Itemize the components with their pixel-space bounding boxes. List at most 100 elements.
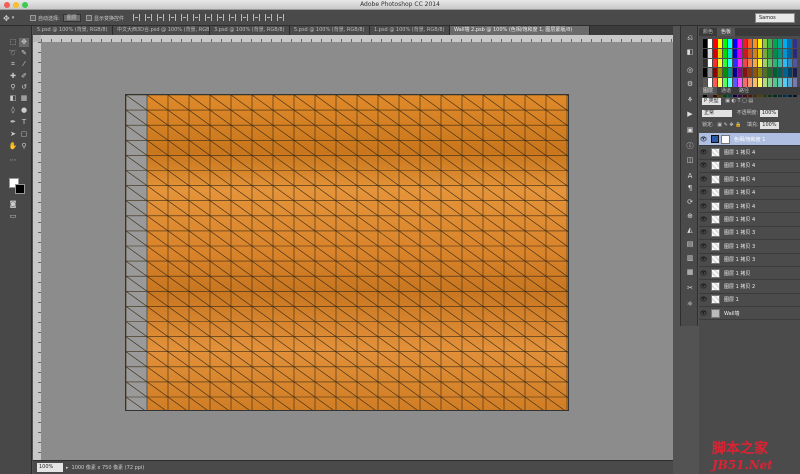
tab-paths[interactable]: 路径: [735, 87, 754, 95]
color-swatch[interactable]: [738, 78, 742, 88]
color-swatch[interactable]: [788, 78, 792, 88]
color-swatch[interactable]: [708, 58, 712, 68]
marquee-tool-icon[interactable]: ⬚: [8, 38, 18, 47]
move-tool-icon[interactable]: ✥: [19, 38, 29, 47]
color-swatch[interactable]: [753, 48, 757, 58]
color-swatch[interactable]: [778, 39, 782, 48]
color-swatch[interactable]: [793, 48, 797, 58]
color-swatch[interactable]: [713, 68, 717, 78]
align-vcenter-icon[interactable]: [145, 14, 152, 21]
visibility-eye-icon[interactable]: 👁: [699, 173, 708, 185]
color-swatch[interactable]: [763, 39, 767, 48]
distribute-top-icon[interactable]: [205, 14, 212, 21]
color-swatch[interactable]: [738, 58, 742, 68]
color-swatch[interactable]: [783, 48, 787, 58]
measurement-panel-icon[interactable]: ✂: [685, 284, 695, 293]
auto-align-icon[interactable]: [277, 14, 284, 21]
color-swatch[interactable]: [718, 48, 722, 58]
background-color-swatch[interactable]: [15, 184, 25, 194]
character-panel-icon[interactable]: A: [685, 172, 695, 181]
color-swatch[interactable]: [773, 48, 777, 58]
tab-doc-4[interactable]: 5.psd @ 100% (背景, RGB/8): [290, 26, 370, 35]
tab-layers[interactable]: 图层: [699, 87, 718, 95]
visibility-eye-icon[interactable]: 👁: [699, 267, 708, 279]
layer-comps-icon[interactable]: ⊕: [685, 212, 695, 221]
opacity-field[interactable]: 100%: [759, 110, 779, 117]
distribute-bottom-icon[interactable]: [229, 14, 236, 21]
histogram-panel-icon[interactable]: ▦: [685, 268, 695, 277]
paragraph-panel-icon[interactable]: ¶: [685, 184, 695, 193]
color-swatch[interactable]: [758, 78, 762, 88]
visibility-eye-icon[interactable]: 👁: [699, 307, 708, 319]
distribute-vcenter-icon[interactable]: [217, 14, 224, 21]
auto-select-dropdown[interactable]: 图层: [62, 14, 81, 22]
notes-panel-icon[interactable]: ▥: [685, 254, 695, 263]
ruler-origin[interactable]: [33, 35, 41, 42]
layer-row[interactable]: 👁 图层 1 拷贝 4: [699, 146, 800, 160]
pen-tool-icon[interactable]: ✒: [8, 118, 18, 127]
color-swatch[interactable]: [703, 39, 707, 48]
color-swatch[interactable]: [743, 48, 747, 58]
screen-mode-icon[interactable]: ▭: [8, 212, 18, 221]
color-swatch[interactable]: [728, 58, 732, 68]
color-swatch[interactable]: [708, 68, 712, 78]
color-swatch[interactable]: [733, 58, 737, 68]
color-swatch[interactable]: [753, 78, 757, 88]
color-swatch[interactable]: [773, 78, 777, 88]
color-swatch[interactable]: [758, 68, 762, 78]
color-swatch[interactable]: [718, 78, 722, 88]
layer-row[interactable]: 👁 图层 1 拷贝 3: [699, 227, 800, 241]
color-swatch[interactable]: [743, 78, 747, 88]
color-swatch[interactable]: [733, 39, 737, 48]
color-swatch[interactable]: [778, 58, 782, 68]
styles-panel-icon[interactable]: ▣: [685, 126, 695, 135]
color-swatch[interactable]: [748, 68, 752, 78]
align-bottom-icon[interactable]: [157, 14, 164, 21]
history-brush-icon[interactable]: ↺: [19, 83, 29, 92]
color-swatch[interactable]: [738, 48, 742, 58]
color-swatch[interactable]: [758, 58, 762, 68]
zoom-field[interactable]: 100%: [37, 463, 63, 472]
lock-icons[interactable]: ▣ ✎ ✥ 🔒: [717, 122, 741, 128]
clone-source-icon[interactable]: ⚘: [685, 96, 695, 105]
color-swatch[interactable]: [793, 58, 797, 68]
color-swatch[interactable]: [728, 78, 732, 88]
color-swatch[interactable]: [793, 39, 797, 48]
fill-field[interactable]: 100%: [760, 122, 779, 129]
crop-tool-icon[interactable]: ⌗: [8, 60, 18, 69]
tab-channels[interactable]: 通道: [717, 87, 736, 95]
color-swatch[interactable]: [783, 58, 787, 68]
show-transform-checkbox[interactable]: [86, 15, 92, 21]
color-swatch[interactable]: [703, 48, 707, 58]
layer-row[interactable]: 👁 图层 1 拷贝: [699, 267, 800, 281]
clone-stamp-icon[interactable]: ⚲: [8, 83, 18, 92]
gradient-tool-icon[interactable]: ▦: [19, 94, 29, 103]
tab-doc-2[interactable]: 中文大西3D合.psd @ 100% (背景, RGB/8#): [113, 26, 210, 35]
color-swatch[interactable]: [738, 68, 742, 78]
color-swatch[interactable]: [718, 68, 722, 78]
color-swatch[interactable]: [703, 58, 707, 68]
auto-select-checkbox[interactable]: [30, 15, 36, 21]
color-swatch[interactable]: [728, 48, 732, 58]
color-swatch[interactable]: [713, 78, 717, 88]
hand-tool-icon[interactable]: ✋: [8, 142, 18, 151]
color-swatch[interactable]: [768, 58, 772, 68]
color-swatch[interactable]: [723, 78, 727, 88]
more-tools-icon[interactable]: ⋯: [8, 156, 18, 165]
visibility-eye-icon[interactable]: 👁: [699, 133, 708, 145]
color-swatch[interactable]: [748, 39, 752, 48]
color-swatch[interactable]: [733, 78, 737, 88]
color-swatch[interactable]: [743, 68, 747, 78]
color-swatch[interactable]: [763, 58, 767, 68]
eyedropper-tool-icon[interactable]: ⁄: [19, 60, 29, 69]
color-swatch[interactable]: [723, 39, 727, 48]
color-swatch[interactable]: [778, 78, 782, 88]
healing-brush-icon[interactable]: ✚: [8, 72, 18, 81]
layer-row[interactable]: 👁 Wall墙: [699, 307, 800, 321]
color-swatch[interactable]: [788, 58, 792, 68]
document-size[interactable]: 1000 像素 x 750 像素 (72 ppi): [72, 464, 145, 471]
color-swatch[interactable]: [763, 78, 767, 88]
layer-row[interactable]: 👁 图层 1 拷贝 2: [699, 280, 800, 294]
color-swatch[interactable]: [723, 48, 727, 58]
tab-doc-active[interactable]: Wall墙 2.psb @ 100% (色相/饱和度 1, 图层蒙版/8): [450, 26, 590, 35]
